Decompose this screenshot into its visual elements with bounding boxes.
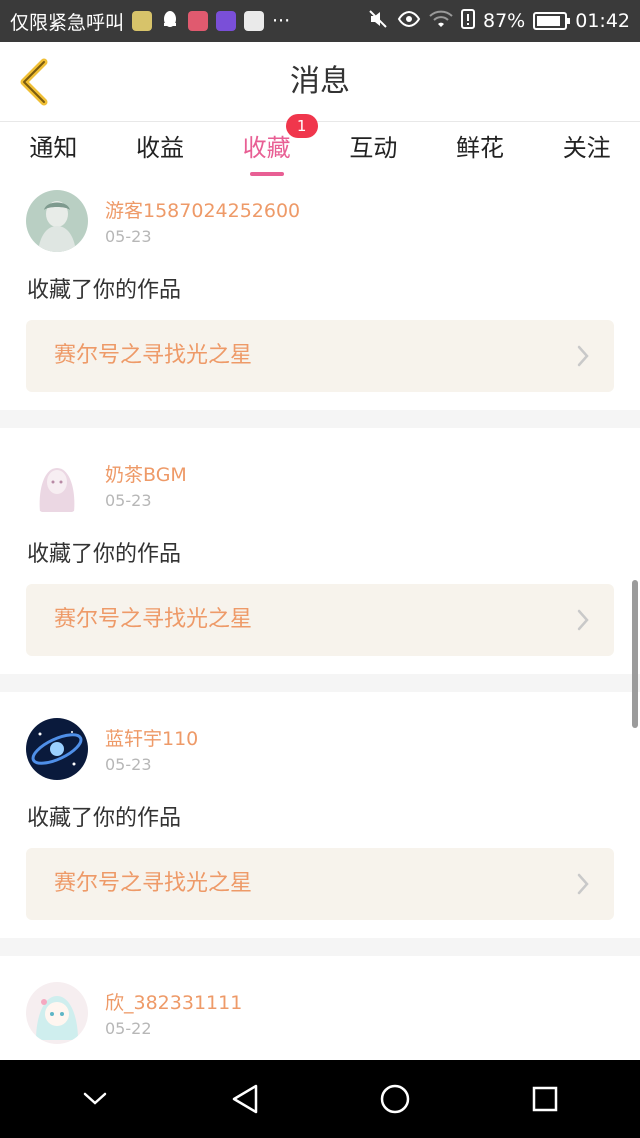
avatar[interactable] xyxy=(26,454,88,516)
sim-alert-icon xyxy=(461,8,475,34)
status-bar: 仅限紧急呼叫 ··· 87% 01:42 xyxy=(0,0,640,42)
username[interactable]: 奶茶BGM xyxy=(105,460,187,487)
carrier-text: 仅限紧急呼叫 xyxy=(10,11,125,34)
more-notifications: ··· xyxy=(272,10,291,32)
card-separator xyxy=(0,410,640,428)
eye-icon xyxy=(397,10,421,33)
card-separator xyxy=(0,938,640,956)
card-separator xyxy=(0,674,640,692)
work-link[interactable]: 赛尔号之寻找光之星 xyxy=(26,320,614,392)
recents-nav-button[interactable] xyxy=(521,1075,569,1123)
tab-favorites[interactable]: 收藏 1 xyxy=(213,114,320,180)
unread-badge: 1 xyxy=(285,114,318,138)
username[interactable]: 蓝轩宇110 xyxy=(105,724,198,751)
message-card: 奶茶BGM 05-23 收藏了你的作品 赛尔号之寻找光之星 xyxy=(0,428,640,674)
message-card: 蓝轩宇110 05-23 收藏了你的作品 赛尔号之寻找光之星 xyxy=(0,692,640,938)
chevron-right-icon xyxy=(577,609,589,631)
tab-earnings[interactable]: 收益 xyxy=(107,122,214,180)
work-title: 赛尔号之寻找光之星 xyxy=(54,871,253,896)
mute-icon xyxy=(367,8,389,35)
message-date: 05-23 xyxy=(105,227,152,246)
hide-nav-button[interactable] xyxy=(71,1075,119,1123)
action-text: 收藏了你的作品 xyxy=(27,542,182,567)
work-link[interactable]: 赛尔号之寻找光之星 xyxy=(26,848,614,920)
message-date: 05-23 xyxy=(105,491,152,510)
tab-interactions[interactable]: 互动 xyxy=(320,122,427,180)
tab-label: 互动 xyxy=(349,134,398,162)
triangle-back-icon xyxy=(232,1084,258,1114)
work-title: 赛尔号之寻找光之星 xyxy=(54,607,253,632)
chevron-right-icon xyxy=(577,873,589,895)
message-card: 游客1587024252600 05-23 收藏了你的作品 赛尔号之寻找光之星 xyxy=(0,180,640,410)
avatar[interactable] xyxy=(26,982,88,1044)
active-tab-indicator xyxy=(249,172,284,176)
clock: 01:42 xyxy=(575,10,630,32)
chevron-down-icon xyxy=(83,1092,107,1105)
video-app-icon xyxy=(244,11,265,31)
work-title: 赛尔号之寻找光之星 xyxy=(54,343,253,368)
app-notification-icon xyxy=(132,11,153,31)
tab-label: 鲜花 xyxy=(456,134,505,162)
back-nav-button[interactable] xyxy=(221,1075,269,1123)
username[interactable]: 欣_382331111 xyxy=(105,988,242,1015)
message-list: 游客1587024252600 05-23 收藏了你的作品 赛尔号之寻找光之星 … xyxy=(0,180,640,1076)
battery-icon xyxy=(533,12,571,30)
navigation-bar xyxy=(0,1060,640,1138)
qq-icon xyxy=(160,9,180,34)
tab-follows[interactable]: 关注 xyxy=(533,122,640,180)
scrollbar[interactable] xyxy=(632,580,638,728)
action-text: 收藏了你的作品 xyxy=(27,278,182,303)
message-card: 欣_382331111 05-22 xyxy=(0,956,640,1076)
tab-flowers[interactable]: 鲜花 xyxy=(427,122,534,180)
tab-label: 通知 xyxy=(29,134,78,162)
message-date: 05-23 xyxy=(105,755,152,774)
work-link[interactable]: 赛尔号之寻找光之星 xyxy=(26,584,614,656)
username[interactable]: 游客1587024252600 xyxy=(105,196,300,223)
circle-home-icon xyxy=(380,1084,410,1114)
app-notification-icon-2 xyxy=(188,11,209,31)
app-notification-icon-3 xyxy=(216,11,237,31)
message-date: 05-22 xyxy=(105,1019,152,1038)
square-recents-icon xyxy=(532,1086,558,1112)
home-nav-button[interactable] xyxy=(371,1075,419,1123)
tab-notifications[interactable]: 通知 xyxy=(0,122,107,180)
avatar[interactable] xyxy=(26,718,88,780)
page-title: 消息 xyxy=(290,64,350,99)
tab-label: 收藏 xyxy=(242,134,291,162)
wifi-icon xyxy=(429,9,453,34)
tab-bar: 通知 收益 收藏 1 互动 鲜花 关注 xyxy=(0,114,640,180)
header: 消息 xyxy=(0,42,640,122)
chevron-right-icon xyxy=(577,345,589,367)
avatar[interactable] xyxy=(26,190,88,252)
action-text: 收藏了你的作品 xyxy=(27,806,182,831)
battery-percent: 87% xyxy=(483,10,526,32)
tab-label: 关注 xyxy=(562,134,611,162)
tab-label: 收益 xyxy=(136,134,184,162)
